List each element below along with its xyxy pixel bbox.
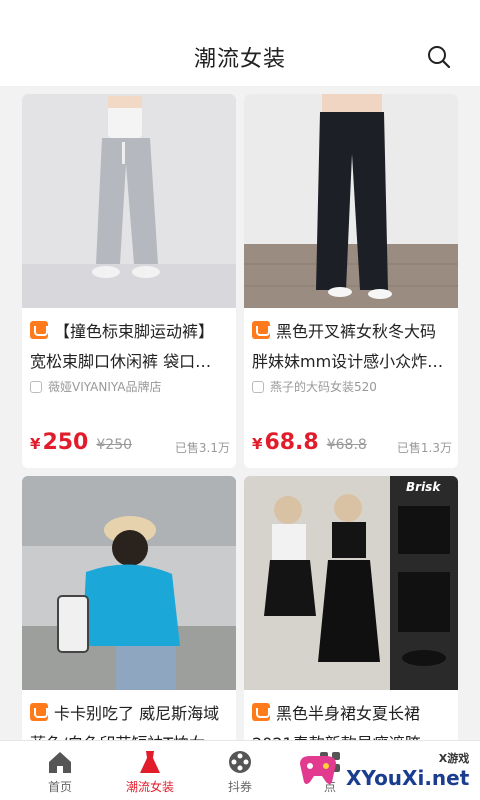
tab-label: 抖券 (227, 780, 252, 794)
store-name[interactable]: 薇娅VIYANIYA品牌店 (48, 378, 161, 395)
taobao-badge-icon (252, 321, 270, 339)
product-image[interactable] (244, 476, 458, 690)
taobao-badge-icon (30, 703, 48, 721)
price: 68.8 (264, 430, 319, 455)
price-row: ¥ 68.8 ¥68.8 已售1.3万 (252, 430, 452, 460)
top-bar: 潮流女装 (0, 0, 480, 86)
sold-count: 已售3.1万 (174, 441, 230, 455)
product-card[interactable]: 【撞色标束脚运动裤】 宽松束脚口休闲裤 袋口… 薇娅VIYANIYA品牌店 ¥ … (22, 94, 236, 468)
product-subtitle: 蓝色/白色印花短袖T恤女 (30, 730, 230, 740)
taobao-badge-icon (30, 321, 48, 339)
product-image[interactable] (22, 476, 236, 690)
product-card[interactable]: 卡卡别吃了 威尼斯海域 蓝色/白色印花短袖T恤女 (22, 476, 236, 740)
brand-label: Brisk (406, 480, 441, 494)
gamepad-logo-icon (300, 756, 336, 784)
product-title: 黑色半身裙女夏长裙 (276, 704, 421, 723)
product-card[interactable]: 黑色开叉裤女秋冬大码 胖妹妹mm设计感小众炸… 燕子的大码女装520 ¥ 68.… (244, 94, 458, 468)
price-row: ¥ 250 ¥250 已售3.1万 (30, 430, 230, 460)
site-watermark: X游戏 XYouXi.net (294, 742, 474, 798)
product-title: 【撞色标束脚运动裤】 (54, 322, 215, 341)
store-icon (252, 380, 264, 393)
original-price: ¥250 (96, 437, 133, 453)
search-icon[interactable] (426, 44, 452, 70)
product-card[interactable]: Brisk 黑色半身裙女夏长裙 2021春款新款显瘦遮胯 (244, 476, 458, 740)
home-icon (49, 752, 71, 773)
currency-symbol: ¥ (30, 435, 41, 453)
store-name[interactable]: 燕子的大码女装520 (270, 378, 377, 395)
tab-label: 首页 (47, 780, 72, 794)
taobao-badge-icon (252, 703, 270, 721)
page-title: 潮流女装 (193, 47, 286, 72)
watermark-small: X游戏 (438, 752, 470, 765)
dress-icon (140, 751, 160, 773)
price: 250 (42, 430, 89, 455)
sold-count: 已售1.3万 (396, 441, 452, 455)
tab-trend-women[interactable]: 潮流女装 (102, 741, 198, 800)
product-subtitle: 2021春款新款显瘦遮胯 (252, 730, 452, 740)
product-image[interactable] (244, 94, 458, 308)
watermark-text: XYouXi.net (346, 766, 470, 790)
tab-coupons[interactable]: 抖券 (192, 741, 288, 800)
product-grid: 【撞色标束脚运动裤】 宽松束脚口休闲裤 袋口… 薇娅VIYANIYA品牌店 ¥ … (0, 86, 480, 740)
tab-label: 潮流女装 (125, 780, 174, 794)
store-icon (30, 380, 42, 393)
product-title: 黑色开叉裤女秋冬大码 (276, 322, 437, 341)
currency-symbol: ¥ (252, 435, 263, 453)
product-subtitle: 宽松束脚口休闲裤 袋口… (30, 352, 212, 371)
tab-home[interactable]: 首页 (12, 741, 108, 800)
film-reel-icon (229, 751, 251, 773)
original-price: ¥68.8 (326, 437, 367, 453)
product-subtitle: 胖妹妹mm设计感小众炸… (252, 352, 444, 371)
product-title: 卡卡别吃了 威尼斯海域 (54, 704, 220, 723)
product-image[interactable] (22, 94, 236, 308)
